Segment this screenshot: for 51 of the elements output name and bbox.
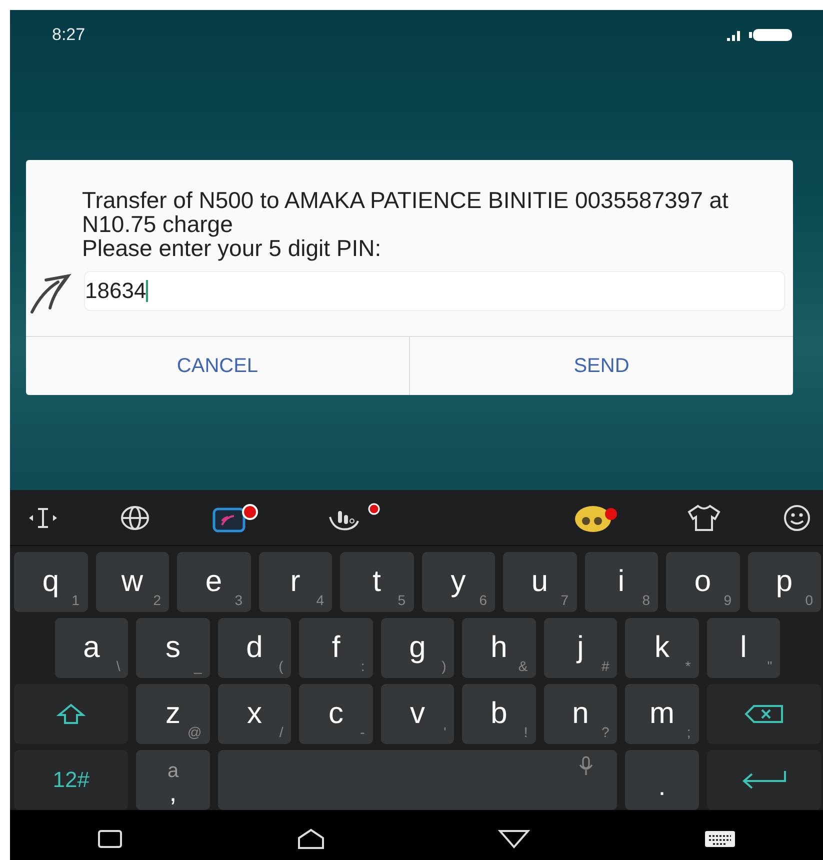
keyboard-key[interactable]: x /: [218, 684, 292, 744]
globe-icon[interactable]: [120, 504, 150, 530]
keyboard-key[interactable]: l ": [706, 618, 780, 678]
keyboard-key[interactable]: q 1: [14, 552, 88, 612]
keyboard-key[interactable]: f :: [299, 618, 373, 678]
comma-key[interactable]: a ,: [136, 750, 210, 810]
keyboard-key[interactable]: r 4: [258, 552, 332, 612]
keyboard-key[interactable]: d (: [218, 618, 292, 678]
keyboard-key[interactable]: e 3: [177, 552, 250, 612]
keyboard-key[interactable]: a \: [54, 618, 128, 678]
period-key[interactable]: .: [625, 750, 699, 810]
keyboard-key[interactable]: g ): [380, 618, 454, 678]
keyboard-key[interactable]: h &: [462, 618, 536, 678]
microphone-icon: [579, 756, 594, 776]
keyboard-key[interactable]: i 8: [584, 552, 658, 612]
keyboard-key[interactable]: t 5: [340, 552, 414, 612]
backspace-icon: [744, 704, 784, 724]
send-button[interactable]: SEND: [410, 337, 793, 395]
status-time: 8:27: [52, 25, 86, 45]
keyboard-key[interactable]: j #: [544, 618, 618, 678]
keyboard-key[interactable]: m ;: [625, 684, 699, 744]
smiley-icon[interactable]: [782, 504, 811, 532]
pin-input-field[interactable]: 18634: [84, 271, 785, 311]
keyboard-key[interactable]: b !: [462, 684, 536, 744]
keyboard-key[interactable]: p 0: [748, 552, 821, 612]
keyboard-key[interactable]: s _: [136, 618, 210, 678]
keyboard-key[interactable]: w 2: [96, 552, 169, 612]
transfer-message: Transfer of N500 to AMAKA PATIENCE BINITIE 0035587397 at N10.75 charge Please enter your 5 digit PIN:: [81, 186, 730, 263]
shirt-icon[interactable]: [686, 504, 721, 532]
keyboard-key[interactable]: z @: [136, 684, 210, 744]
keyboard-key[interactable]: u 7: [503, 552, 576, 612]
home-icon[interactable]: [296, 828, 325, 850]
cursor-icon[interactable]: [28, 506, 58, 530]
keyboard-key[interactable]: k *: [625, 618, 699, 678]
enter-key[interactable]: [706, 750, 821, 810]
battery-icon: [749, 28, 793, 42]
shift-icon: [56, 703, 86, 725]
keyboard-key[interactable]: y 6: [422, 552, 495, 612]
keyboard-key[interactable]: c -: [299, 684, 373, 744]
cancel-button[interactable]: CANCEL: [26, 337, 410, 395]
recent-apps-icon[interactable]: [96, 829, 123, 849]
signal-icon: [727, 29, 743, 41]
backspace-key[interactable]: [706, 684, 821, 744]
back-icon[interactable]: [498, 829, 530, 849]
keyboard-key[interactable]: v ': [380, 684, 454, 744]
shift-key[interactable]: [14, 684, 128, 744]
enter-icon: [740, 769, 787, 791]
keyboard-key[interactable]: n ?: [544, 684, 618, 744]
keyboard-icon[interactable]: [704, 829, 736, 849]
symbols-key[interactable]: 12#: [14, 750, 128, 810]
keyboard-key[interactable]: o 9: [666, 552, 740, 612]
